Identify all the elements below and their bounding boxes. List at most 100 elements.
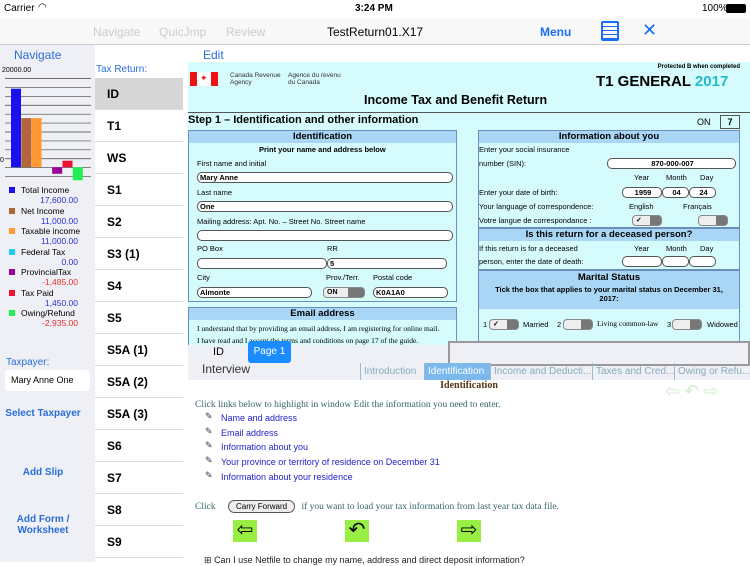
interview-link[interactable]: Name and address: [221, 413, 297, 423]
dob-year-field[interactable]: 1959: [622, 187, 662, 198]
tax-return-item[interactable]: S6: [95, 430, 183, 462]
rr-field[interactable]: 5: [327, 258, 447, 269]
tax-return-item[interactable]: S5: [95, 302, 183, 334]
interview-tab[interactable]: Owing or Refu...: [674, 363, 750, 380]
add-slip-button[interactable]: Add Slip: [0, 467, 86, 478]
carrier: Carrier: [4, 3, 35, 14]
legend-swatch: [9, 228, 15, 234]
province-code[interactable]: 7: [720, 115, 740, 129]
quicjmp-button[interactable]: QuicJmp: [159, 25, 206, 39]
tax-return-item[interactable]: S8: [95, 494, 183, 526]
tab-page-1[interactable]: Page 1: [248, 341, 291, 363]
tax-return-item[interactable]: S2: [95, 206, 183, 238]
add-form-worksheet-button[interactable]: Add Form / Worksheet: [0, 514, 86, 536]
language-label-fr: Votre langue de correspondance :: [479, 216, 592, 225]
dob-month-field[interactable]: 04: [662, 187, 689, 198]
return-arrow-icon[interactable]: ↶: [345, 520, 369, 542]
menu-button[interactable]: Menu: [540, 25, 571, 39]
death-year-field[interactable]: [622, 256, 662, 267]
tab-id[interactable]: ID: [213, 346, 224, 358]
death-day-field[interactable]: [689, 256, 716, 267]
identification-heading: Identification: [189, 131, 456, 143]
carry-forward-text: if you want to load your tax information…: [301, 502, 559, 512]
navigate-button[interactable]: Navigate: [93, 25, 140, 39]
death-month-field[interactable]: [662, 256, 689, 267]
postal-code-field[interactable]: K0A1A0: [373, 287, 448, 298]
tax-return-item[interactable]: T1: [95, 110, 183, 142]
summary-chart: [5, 78, 91, 181]
battery-percent: 100%: [702, 3, 728, 14]
close-icon[interactable]: ✕: [642, 20, 657, 41]
nav-arrows-faded[interactable]: ⇦↶⇨: [665, 381, 722, 402]
interview-link[interactable]: Information about your residence: [221, 472, 353, 482]
legend-label: Taxable income: [21, 226, 81, 236]
dob-day-field[interactable]: 24: [689, 187, 716, 198]
forward-arrow-icon[interactable]: ⇨: [457, 520, 481, 542]
last-name-field[interactable]: One: [197, 201, 453, 212]
tax-return-item[interactable]: S5A (1): [95, 334, 183, 366]
carry-forward-button[interactable]: Carry Forward: [227, 500, 296, 513]
t1-general-title: T1 GENERAL 2017: [596, 73, 729, 90]
marital-heading: Marital Status: [577, 272, 641, 283]
tax-return-item[interactable]: ID: [95, 78, 183, 110]
rr-label: RR: [327, 244, 338, 253]
legend-swatch: [9, 289, 15, 296]
form-year: 2017: [694, 73, 729, 90]
faq-item: ⊞ Can I use Netfile to change my name, a…: [204, 555, 525, 566]
interview-link[interactable]: Your province or territory of residence …: [221, 457, 440, 467]
interview-tab[interactable]: Identification: [424, 363, 490, 380]
tax-return-item[interactable]: S7: [95, 462, 183, 494]
navigation-bar: Navigate QuicJmp Review TestReturn01.X17…: [0, 18, 750, 45]
tax-return-item[interactable]: S5A (3): [95, 398, 183, 430]
city-field[interactable]: Almonte: [197, 287, 312, 298]
click-text: Click: [195, 502, 216, 512]
legend-swatch: [9, 248, 15, 255]
widowed-checkbox[interactable]: [672, 319, 702, 330]
interview-tab[interactable]: Income and Deducti...: [490, 363, 592, 380]
tax-return-item[interactable]: S4: [95, 270, 183, 302]
married-checkbox[interactable]: ✓: [489, 319, 519, 330]
first-name-field[interactable]: Mary Anne: [197, 172, 453, 183]
wifi-icon: ◠: [38, 2, 47, 13]
expand-icon[interactable]: ⊞: [204, 555, 212, 565]
chart-max-label: 20000.00: [2, 67, 32, 74]
interview-link[interactable]: Email address: [221, 428, 278, 438]
taxpayer-field[interactable]: Mary Anne One: [5, 370, 90, 391]
prov-terr-label: Prov./Terr.: [326, 273, 360, 282]
po-box-field[interactable]: [197, 258, 327, 269]
tax-return-item[interactable]: S9: [95, 526, 183, 558]
francais-label: Français: [683, 202, 712, 211]
interview-tab[interactable]: Introduction: [360, 363, 424, 380]
tax-return-item[interactable]: S3 (1): [95, 238, 183, 270]
legend-entry: Total Income: [9, 185, 69, 195]
identification-section: Identification Print your name and addre…: [188, 130, 457, 302]
interview-link[interactable]: Information about you: [221, 442, 308, 452]
battery-icon: [726, 4, 746, 13]
legend-entry: Taxable income: [9, 226, 80, 236]
email-section: Email address I understand that by provi…: [188, 307, 457, 345]
sin-field[interactable]: 870-000-007: [607, 158, 736, 169]
english-checkbox[interactable]: ✓: [632, 215, 662, 226]
tax-return-item[interactable]: S5A (2): [95, 366, 183, 398]
legend-entry: ProvincialTax: [9, 267, 71, 277]
calculator-icon[interactable]: [601, 21, 619, 41]
faq-text[interactable]: Can I use Netfile to change my name, add…: [214, 555, 525, 565]
tax-return-item[interactable]: S1: [95, 174, 183, 206]
legend-value: 1,450.00: [44, 297, 78, 308]
back-arrow-icon[interactable]: ⇦: [233, 520, 257, 542]
email-terms-line2: I have read and I accept the terms and c…: [197, 336, 419, 345]
francais-checkbox[interactable]: [698, 215, 728, 226]
province-label: ON: [697, 117, 711, 127]
email-heading: Email address: [189, 308, 456, 320]
sin-label-2: number (SIN):: [479, 159, 527, 168]
interview-tab[interactable]: Taxes and Cred...: [592, 363, 674, 380]
mailing-address-field[interactable]: [197, 230, 453, 241]
prov-terr-dropdown[interactable]: ON: [323, 287, 365, 298]
interview-intro: Click links below to highlight in window…: [195, 400, 501, 410]
common-law-checkbox[interactable]: [563, 319, 593, 330]
review-button[interactable]: Review: [226, 25, 265, 39]
tax-return-item[interactable]: WS: [95, 142, 183, 174]
mailing-address-label: Mailing address: Apt. No. – Street No. S…: [197, 217, 366, 226]
select-taxpayer-button[interactable]: Select Taxpayer: [0, 408, 86, 419]
cra-english: Canada Revenue Agency: [230, 72, 281, 86]
